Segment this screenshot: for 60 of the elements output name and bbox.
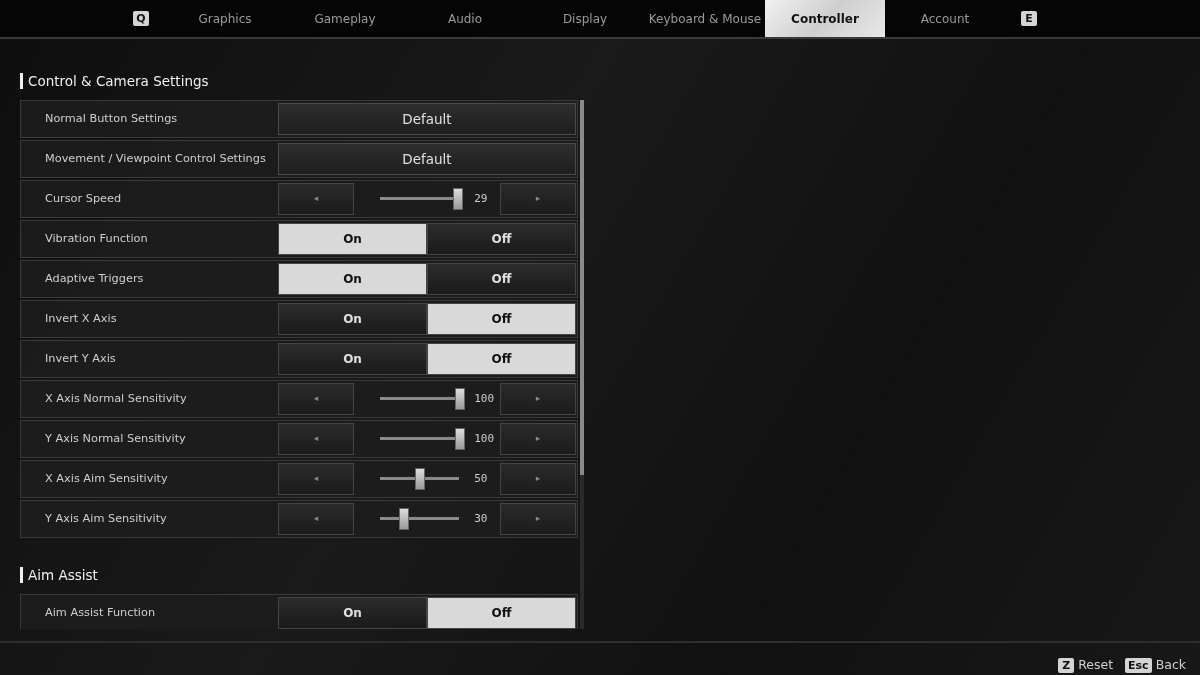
setting-label: Vibration Function (44, 230, 149, 247)
decrease-button[interactable]: ◂ (278, 463, 355, 495)
tab[interactable]: Display (525, 0, 645, 37)
key-hint: Q (133, 11, 149, 26)
key-hint: Esc (1125, 657, 1152, 673)
toggle-option[interactable]: Off (427, 597, 576, 629)
slider-value: 100 (473, 390, 495, 407)
key-hint: Z (1058, 657, 1075, 673)
setting-label: Invert X Axis (44, 310, 118, 327)
decrease-button[interactable]: ◂ (278, 423, 355, 455)
slider-thumb[interactable] (399, 508, 410, 530)
toggle-option[interactable]: Off (427, 343, 576, 375)
setting-label: X Axis Normal Sensitivity (44, 390, 188, 407)
hint-label: Back (1155, 655, 1186, 674)
scrollbar[interactable] (580, 100, 584, 629)
increase-button[interactable]: ▸ (499, 463, 576, 495)
tab[interactable]: Gameplay (285, 0, 405, 37)
decrease-button[interactable]: ◂ (278, 503, 355, 535)
increase-button[interactable]: ▸ (499, 383, 576, 415)
increase-button[interactable]: ▸ (499, 423, 576, 455)
setting-label: X Axis Aim Sensitivity (44, 470, 169, 487)
key-hint: E (1021, 11, 1037, 26)
toggle-option[interactable]: On (278, 343, 427, 375)
setting-label: Y Axis Normal Sensitivity (44, 430, 187, 447)
tab[interactable]: Keyboard & Mouse (645, 0, 765, 37)
dropdown[interactable]: Default (278, 143, 576, 175)
setting-label: Aim Assist Function (44, 604, 157, 621)
toggle-option[interactable]: On (278, 263, 427, 295)
tab[interactable]: Graphics (165, 0, 285, 37)
slider-thumb[interactable] (455, 428, 466, 450)
toggle-option[interactable]: On (278, 597, 427, 629)
setting-label: Cursor Speed (44, 190, 123, 207)
slider-value: 100 (473, 430, 495, 447)
slider-thumb[interactable] (452, 188, 463, 210)
setting-label: Invert Y Axis (44, 350, 117, 367)
toggle-option[interactable]: Off (427, 303, 576, 335)
setting-label: Y Axis Aim Sensitivity (44, 510, 168, 527)
tab[interactable]: Controller (765, 0, 885, 37)
slider-thumb[interactable] (415, 468, 426, 490)
tab[interactable]: Audio (405, 0, 525, 37)
setting-label: Movement / Viewpoint Control Settings (44, 150, 267, 167)
section-title: Aim Assist (20, 567, 98, 583)
slider-value: 50 (473, 470, 489, 487)
tab[interactable]: Account (885, 0, 1005, 37)
slider-value: 30 (473, 510, 489, 527)
slider-thumb[interactable] (455, 388, 466, 410)
dropdown[interactable]: Default (278, 103, 576, 135)
hint-label: Reset (1078, 655, 1114, 674)
section-title: Control & Camera Settings (20, 73, 209, 89)
toggle-option[interactable]: On (278, 303, 427, 335)
toggle-option[interactable]: Off (427, 263, 576, 295)
increase-button[interactable]: ▸ (499, 183, 576, 215)
setting-label: Adaptive Triggers (44, 270, 145, 287)
slider-value: 29 (473, 190, 489, 207)
toggle-option[interactable]: Off (427, 223, 576, 255)
toggle-option[interactable]: On (278, 223, 427, 255)
increase-button[interactable]: ▸ (499, 503, 576, 535)
decrease-button[interactable]: ◂ (278, 383, 355, 415)
setting-label: Normal Button Settings (44, 110, 179, 127)
decrease-button[interactable]: ◂ (278, 183, 355, 215)
